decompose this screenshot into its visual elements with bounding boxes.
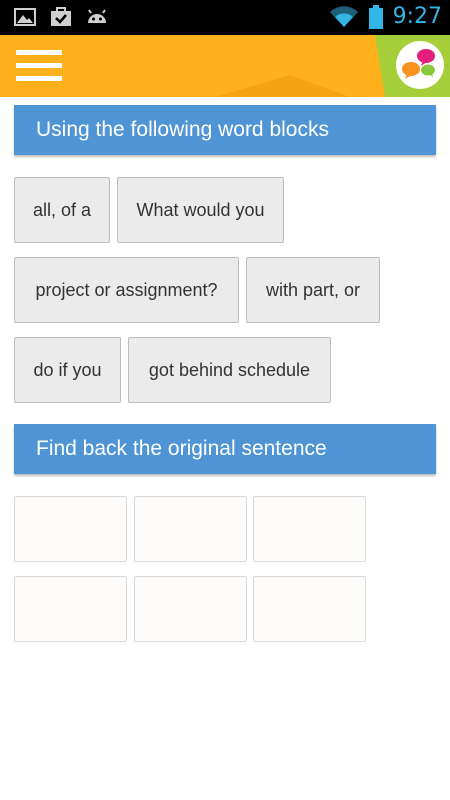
battery-icon <box>368 4 383 29</box>
header-decoration <box>215 35 450 97</box>
word-block[interactable]: project or assignment? <box>14 257 239 323</box>
answer-slot[interactable] <box>253 496 366 562</box>
briefcase-check-icon <box>51 7 71 26</box>
answer-slot[interactable] <box>134 496 247 562</box>
clock-time: 9:27 <box>392 4 442 29</box>
word-block[interactable]: do if you <box>14 337 121 403</box>
speech-bubbles-logo-icon <box>402 49 435 79</box>
answer-slot[interactable] <box>14 576 127 642</box>
word-block[interactable]: What would you <box>117 177 284 243</box>
answer-slot[interactable] <box>134 576 247 642</box>
answer-slot[interactable] <box>253 576 366 642</box>
word-block[interactable]: with part, or <box>246 257 380 323</box>
answer-slot[interactable] <box>14 496 127 562</box>
status-bar: 9:27 <box>0 0 450 35</box>
wifi-icon <box>329 5 358 27</box>
word-block[interactable]: got behind schedule <box>128 337 331 403</box>
android-icon <box>88 9 106 23</box>
image-icon <box>14 8 36 26</box>
word-block[interactable]: all, of a <box>14 177 110 243</box>
menu-button[interactable] <box>16 48 64 84</box>
word-blocks-header: Using the following word blocks <box>14 105 436 155</box>
sentence-header: Find back the original sentence <box>14 424 436 474</box>
app-logo[interactable] <box>396 41 444 89</box>
app-header <box>0 35 450 97</box>
